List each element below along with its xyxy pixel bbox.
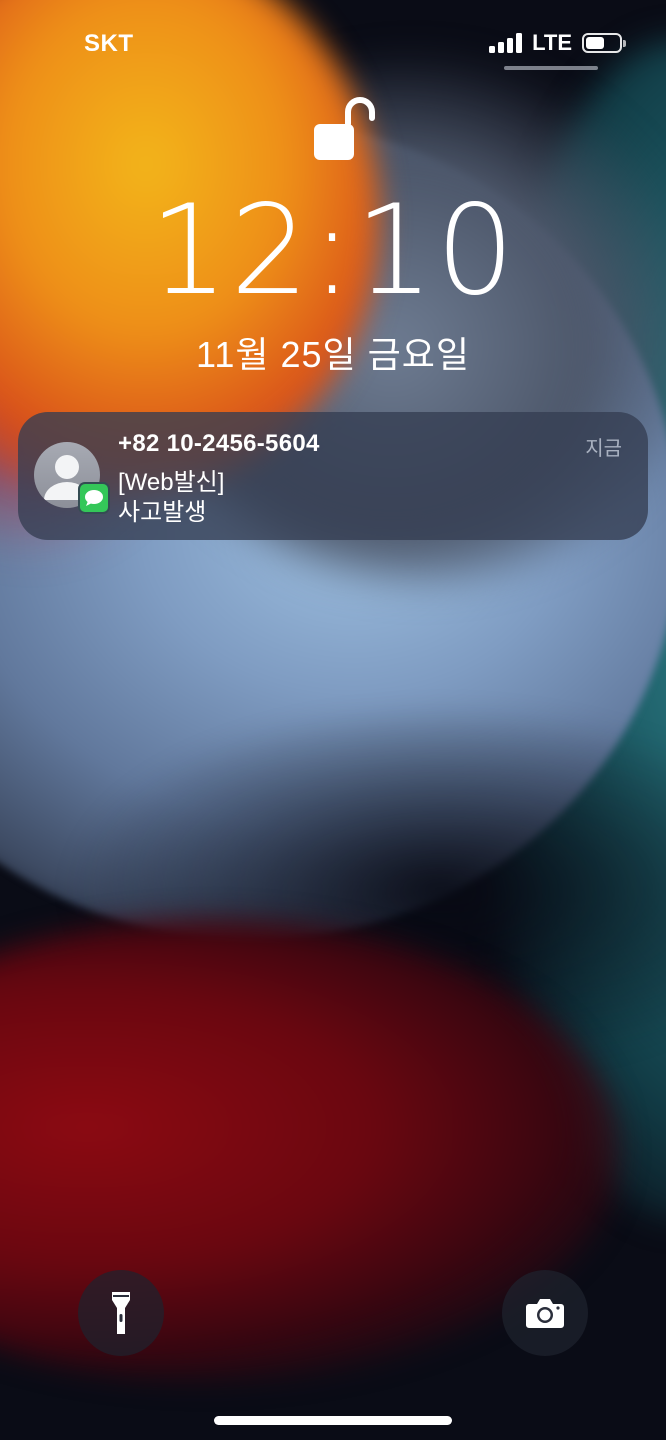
camera-button[interactable] xyxy=(502,1270,588,1356)
status-indicators: LTE xyxy=(489,30,626,56)
battery-fill xyxy=(586,37,604,49)
notification-sender: +82 10-2456-5604 xyxy=(118,430,320,457)
unlocked-padlock-icon xyxy=(314,97,375,160)
lock-screen: SKT LTE 12:10 11월 25일 금요일 +82 10-2456-56… xyxy=(0,0,666,1440)
flashlight-button[interactable] xyxy=(78,1270,164,1356)
lock-screen-clock: 12:10 xyxy=(149,179,517,323)
network-type-label: LTE xyxy=(532,30,572,55)
home-indicator[interactable] xyxy=(214,1416,452,1425)
signal-strength-icon xyxy=(489,33,523,53)
lock-screen-date: 11월 25일 금요일 xyxy=(195,334,471,375)
battery-icon xyxy=(582,33,626,53)
camera-icon xyxy=(526,1299,564,1328)
notification-body-line-2: 사고발생 xyxy=(118,499,207,526)
battery-cap xyxy=(623,40,626,47)
message-notification[interactable]: +82 10-2456-5604 지금 [Web발신] 사고발생 xyxy=(18,412,648,540)
control-center-grabber[interactable] xyxy=(504,66,598,70)
flashlight-icon xyxy=(112,1292,130,1334)
messages-icon xyxy=(78,482,110,514)
carrier-label: SKT xyxy=(84,30,134,57)
notification-time: 지금 xyxy=(585,438,622,460)
